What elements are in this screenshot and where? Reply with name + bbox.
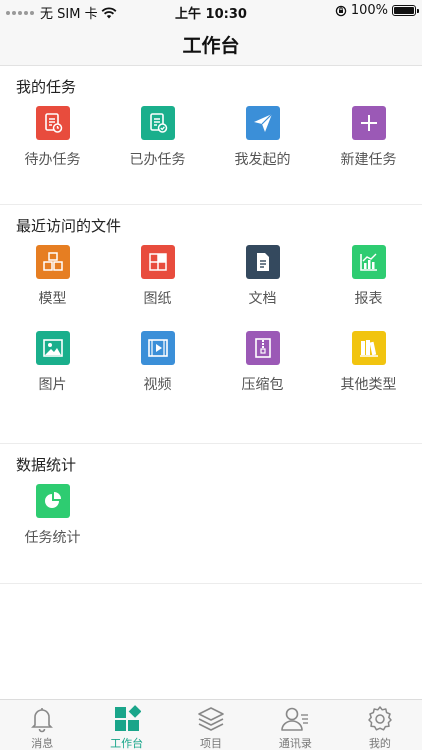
- image-icon: [35, 331, 70, 365]
- tile-label: 图纸: [143, 291, 172, 307]
- data-stats-section: 数据统计 任务统计: [0, 444, 422, 584]
- plus-icon: [351, 106, 386, 140]
- done-task-tile[interactable]: 已办任务: [105, 106, 210, 169]
- new-task-tile[interactable]: 新建任务: [316, 106, 421, 169]
- video-tile[interactable]: 视频: [105, 331, 210, 394]
- tile-label: 待办任务: [24, 152, 81, 168]
- tile-label: 其他类型: [340, 377, 397, 393]
- initiated-by-me-tile[interactable]: 我发起的: [210, 106, 315, 169]
- my-tasks-section: 我的任务 待办任务 已办任务 我发起的 新建任务: [0, 66, 422, 205]
- archive-tile[interactable]: 压缩包: [210, 331, 315, 394]
- tab-workbench[interactable]: 工作台: [84, 700, 168, 750]
- tile-label: 新建任务: [340, 152, 397, 168]
- document-tile[interactable]: 文档: [210, 245, 315, 308]
- tile-label: 我发起的: [234, 152, 291, 168]
- tab-messages[interactable]: 消息: [0, 700, 84, 750]
- status-right: 100%: [335, 3, 419, 18]
- tab-bar: 消息 工作台 项目 通讯录 我的: [0, 699, 422, 750]
- archive-icon: [245, 331, 280, 365]
- tab-label: 通讯录: [278, 737, 312, 750]
- tab-label: 消息: [31, 737, 54, 750]
- tab-contacts[interactable]: 通讯录: [253, 700, 337, 750]
- todo-task-icon: [35, 106, 70, 140]
- tile-label: 视频: [143, 377, 172, 393]
- tile-label: 报表: [354, 291, 383, 307]
- section-title: 我的任务: [16, 78, 77, 96]
- tab-label: 项目: [200, 737, 223, 750]
- orientation-lock-icon: [335, 5, 347, 16]
- done-task-icon: [140, 106, 175, 140]
- nav-bar: 工作台: [0, 22, 422, 66]
- recent-files-section: 最近访问的文件 模型 图纸 文档 报表 图片 视频 压缩包 其他类型: [0, 205, 422, 444]
- video-icon: [140, 331, 175, 365]
- tile-label: 文档: [248, 291, 277, 307]
- tab-projects[interactable]: 项目: [169, 700, 253, 750]
- report-tile[interactable]: 报表: [316, 245, 421, 308]
- section-title: 最近访问的文件: [16, 217, 122, 235]
- page-title: 工作台: [182, 35, 240, 57]
- bell-icon: [31, 708, 54, 733]
- tab-label: 工作台: [110, 737, 144, 750]
- pie-chart-icon: [35, 484, 70, 518]
- dashboard-icon: [114, 705, 141, 731]
- layers-icon: [198, 707, 224, 731]
- tile-label: 压缩包: [241, 377, 284, 393]
- battery-percent: 100%: [350, 3, 388, 18]
- books-icon: [351, 331, 386, 365]
- task-stats-tile[interactable]: 任务统计: [0, 484, 105, 547]
- battery-icon: [392, 5, 419, 16]
- bar-chart-icon: [351, 245, 386, 279]
- model-tile[interactable]: 模型: [0, 245, 105, 308]
- tab-label: 我的: [368, 737, 391, 750]
- tile-label: 图片: [38, 377, 67, 393]
- paper-plane-icon: [245, 106, 280, 140]
- section-title: 数据统计: [16, 456, 77, 474]
- settings-icon: [368, 706, 392, 731]
- document-icon: [245, 245, 280, 279]
- status-bar: 无 SIM 卡 上午 10:30 100%: [0, 0, 422, 22]
- contacts-icon: [281, 707, 309, 731]
- cubes-icon: [35, 245, 70, 279]
- tile-label: 已办任务: [129, 152, 186, 168]
- drawing-tile[interactable]: 图纸: [105, 245, 210, 308]
- other-types-tile[interactable]: 其他类型: [316, 331, 421, 394]
- tile-label: 模型: [38, 291, 67, 307]
- tile-label: 任务统计: [24, 530, 81, 546]
- todo-task-tile[interactable]: 待办任务: [0, 106, 105, 169]
- drawing-icon: [140, 245, 175, 279]
- tab-mine[interactable]: 我的: [338, 700, 422, 750]
- image-tile[interactable]: 图片: [0, 331, 105, 394]
